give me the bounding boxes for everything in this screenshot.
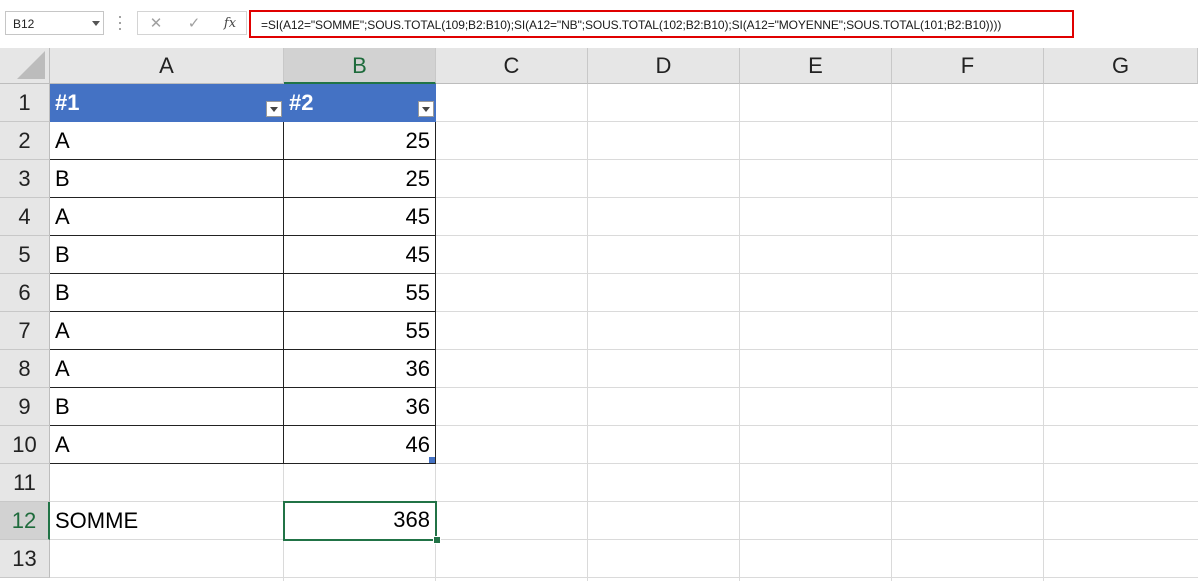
select-all-button[interactable] (0, 48, 50, 84)
filter-dropdown-icon[interactable] (266, 101, 282, 117)
column-header-c[interactable]: C (436, 48, 588, 84)
cell-a12[interactable]: SOMME (55, 502, 138, 540)
table-cell[interactable]: B (50, 160, 284, 198)
formula-buttons: ✕ ✓ fx (137, 11, 247, 35)
table-cell[interactable]: B (50, 274, 284, 312)
table-cell[interactable]: 45 (284, 198, 436, 236)
formula-bar: B12 ✕ ✓ fx =SI(A12="SOMME";SOUS.TOTAL(10… (0, 0, 1198, 48)
splitter-dots-icon[interactable] (119, 14, 121, 32)
table-cell[interactable]: 36 (284, 388, 436, 426)
row-header-9[interactable]: 9 (0, 388, 50, 426)
table-cell[interactable]: 46 (284, 426, 436, 464)
name-box-value: B12 (13, 17, 35, 31)
fill-handle[interactable] (433, 536, 441, 544)
table-cell[interactable]: A (50, 198, 284, 236)
row-header-4[interactable]: 4 (0, 198, 50, 236)
table-cell[interactable]: 45 (284, 236, 436, 274)
table-cell[interactable]: A (50, 426, 284, 464)
row-header-8[interactable]: 8 (0, 350, 50, 388)
column-header-a[interactable]: A (50, 48, 284, 84)
formula-text: =SI(A12="SOMME";SOUS.TOTAL(109;B2:B10);S… (261, 18, 1002, 32)
table-cell[interactable]: 36 (284, 350, 436, 388)
table-cell[interactable]: B (50, 388, 284, 426)
formula-input[interactable]: =SI(A12="SOMME";SOUS.TOTAL(109;B2:B10);S… (249, 10, 1074, 38)
table-cell[interactable]: A (50, 312, 284, 350)
row-header-11[interactable]: 11 (0, 464, 50, 502)
table-cell[interactable]: A (50, 122, 284, 160)
table-header-label: #1 (55, 90, 80, 115)
close-icon[interactable]: ✕ (142, 14, 170, 34)
table-cell[interactable]: 55 (284, 274, 436, 312)
row-header-1[interactable]: 1 (0, 84, 50, 122)
table-cell[interactable]: 25 (284, 122, 436, 160)
row-header-6[interactable]: 6 (0, 274, 50, 312)
spreadsheet-grid: A B C D E F G 1 2 3 4 5 6 7 8 9 10 11 12… (0, 48, 1198, 581)
filter-dropdown-icon[interactable] (418, 101, 434, 117)
row-header-13[interactable]: 13 (0, 540, 50, 578)
table-cell[interactable]: 55 (284, 312, 436, 350)
table-cell[interactable]: B (50, 236, 284, 274)
table-header-1[interactable]: #1 (50, 84, 284, 122)
chevron-down-icon[interactable] (92, 21, 100, 26)
row-header-5[interactable]: 5 (0, 236, 50, 274)
table-header-label: #2 (289, 90, 314, 115)
column-header-f[interactable]: F (892, 48, 1044, 84)
table-cell[interactable]: A (50, 350, 284, 388)
column-header-d[interactable]: D (588, 48, 740, 84)
row-header-3[interactable]: 3 (0, 160, 50, 198)
column-header-b[interactable]: B (284, 48, 436, 84)
row-header-12[interactable]: 12 (0, 502, 50, 540)
table-header-2[interactable]: #2 (284, 84, 436, 122)
row-header-10[interactable]: 10 (0, 426, 50, 464)
table-resize-handle[interactable] (429, 457, 435, 463)
name-box[interactable]: B12 (5, 11, 104, 35)
table-cell[interactable]: 25 (284, 160, 436, 198)
column-header-e[interactable]: E (740, 48, 892, 84)
check-icon[interactable]: ✓ (180, 14, 208, 34)
cell-area[interactable]: #1 #2 A 25 B 25 A 45 B 45 B 55 A 55 A 36… (50, 84, 1198, 581)
column-header-g[interactable]: G (1044, 48, 1198, 84)
row-header-7[interactable]: 7 (0, 312, 50, 350)
function-icon[interactable]: fx (216, 14, 244, 34)
active-cell-b12[interactable]: 368 (283, 501, 437, 541)
row-header-2[interactable]: 2 (0, 122, 50, 160)
